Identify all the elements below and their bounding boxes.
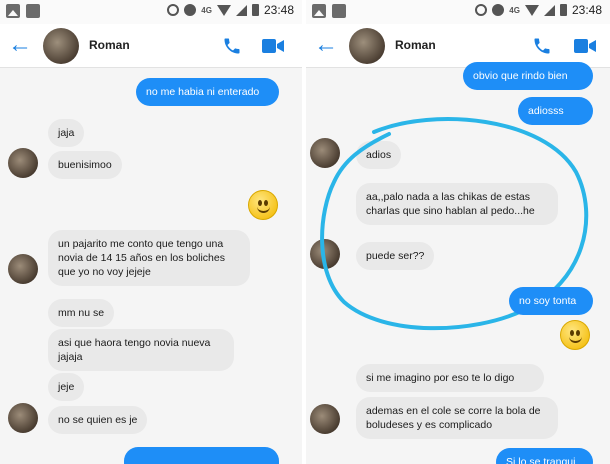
contact-name[interactable]: Roman (395, 38, 436, 52)
status-time: 23:48 (571, 3, 602, 17)
message-outgoing-partial[interactable] (124, 447, 279, 464)
phone-icon[interactable] (222, 36, 242, 56)
back-arrow-icon[interactable]: ← (314, 33, 338, 57)
message-incoming[interactable]: adios (356, 141, 402, 169)
message-incoming[interactable]: mm nu se (48, 299, 115, 327)
status-time: 23:48 (263, 3, 294, 17)
do-not-disturb-icon (167, 4, 180, 16)
sender-avatar[interactable] (8, 403, 38, 433)
message-outgoing[interactable]: no soy tonta (509, 287, 593, 315)
network-type: 4G (201, 5, 212, 15)
signal-icon (235, 4, 247, 16)
wifi-icon (524, 4, 539, 16)
app-notification-icon (26, 4, 40, 18)
battery-icon (251, 4, 259, 16)
message-incoming[interactable]: no se quien es je (48, 406, 148, 434)
message-outgoing[interactable]: adiosss (518, 97, 593, 125)
message-outgoing[interactable]: obvio que rindo bien (463, 62, 593, 90)
chat-screenshot-left: 4G 23:48 ← Roman no me habia ni enterado… (0, 0, 302, 464)
message-incoming[interactable]: buenisimoo (48, 151, 122, 179)
status-bar: 4G 23:48 (306, 0, 610, 24)
contact-avatar[interactable] (43, 28, 79, 64)
message-outgoing-partial[interactable]: Si lo se tranqui (496, 448, 593, 464)
app-notification-icon (332, 4, 346, 18)
message-outgoing[interactable]: no me habia ni enterado (136, 78, 279, 106)
battery-icon (559, 4, 567, 16)
phone-icon[interactable] (532, 36, 552, 56)
sender-avatar[interactable] (8, 148, 38, 178)
sender-avatar[interactable] (310, 404, 340, 434)
alarm-icon (184, 4, 197, 16)
status-bar: 4G 23:48 (0, 0, 302, 24)
sender-avatar[interactable] (310, 239, 340, 269)
message-incoming[interactable]: puede ser?? (356, 242, 435, 270)
video-camera-icon[interactable] (262, 39, 284, 53)
image-notification-icon (312, 4, 326, 18)
message-incoming[interactable]: jaja (48, 119, 85, 147)
signal-icon (543, 4, 555, 16)
image-notification-icon (6, 4, 20, 18)
video-camera-icon[interactable] (574, 39, 596, 53)
smiley-emoji-icon (560, 320, 590, 350)
message-incoming[interactable]: asi que haora tengo novia nueva jajaja (48, 329, 234, 371)
smiley-emoji-icon (248, 190, 278, 220)
message-incoming[interactable]: jeje (48, 373, 85, 401)
contact-name[interactable]: Roman (89, 38, 130, 52)
wifi-icon (216, 4, 231, 16)
back-arrow-icon[interactable]: ← (8, 33, 32, 57)
alarm-icon (492, 4, 505, 16)
do-not-disturb-icon (475, 4, 488, 16)
contact-avatar[interactable] (349, 28, 385, 64)
message-incoming[interactable]: un pajarito me conto que tengo una novia… (48, 230, 250, 286)
chat-header: ← Roman (0, 24, 302, 68)
message-incoming[interactable]: ademas en el cole se corre la bola de bo… (356, 397, 558, 439)
sender-avatar[interactable] (8, 254, 38, 284)
network-type: 4G (509, 5, 520, 15)
sender-avatar[interactable] (310, 138, 340, 168)
message-incoming[interactable]: si me imagino por eso te lo digo (356, 364, 544, 392)
chat-screenshot-right: 4G 23:48 ← Roman obvio que rindo bien ad… (306, 0, 610, 464)
message-incoming[interactable]: aa,,palo nada a las chikas de estas char… (356, 183, 558, 225)
